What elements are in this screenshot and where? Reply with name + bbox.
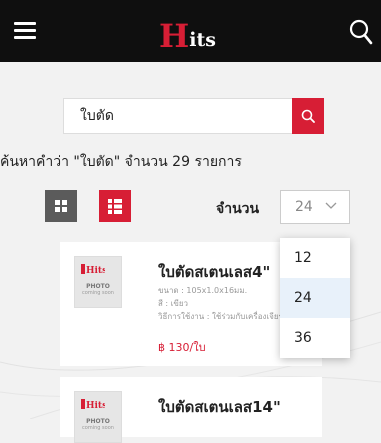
brand-logo-small: Hits: [81, 264, 105, 275]
product-price: ฿ 130/ใบ: [158, 341, 206, 354]
brand-logo[interactable]: Hits: [159, 16, 216, 52]
dropdown-option-12[interactable]: 12: [280, 238, 350, 278]
items-per-page-value: 24: [295, 199, 313, 215]
thumbnail-photo-label: PHOTO: [86, 418, 110, 425]
thumbnail-photo-label: PHOTO: [86, 283, 110, 290]
list-view-icon: [108, 199, 122, 214]
items-per-page-label: จำนวน: [216, 201, 260, 217]
search-input[interactable]: [64, 99, 294, 133]
svg-text:Hits: Hits: [86, 266, 105, 275]
grid-view-button[interactable]: [45, 190, 77, 222]
list-view-button[interactable]: [99, 190, 131, 222]
brand-logo-small: Hits: [81, 399, 105, 410]
chevron-down-icon: [325, 202, 337, 209]
items-per-page-select[interactable]: 24: [280, 190, 350, 224]
search-box: [63, 98, 324, 134]
svg-text:Hits: Hits: [86, 401, 105, 410]
dropdown-option-36[interactable]: 36: [280, 318, 350, 358]
product-card[interactable]: Hits PHOTO coming soon ใบตัดสเตนเลส14": [60, 377, 322, 443]
product-title[interactable]: ใบตัดสเตนเลส14": [158, 395, 322, 419]
product-thumbnail: Hits PHOTO coming soon: [74, 391, 122, 443]
top-navigation-bar: Hits: [0, 0, 381, 62]
thumbnail-coming-soon-label: coming soon: [82, 290, 114, 296]
product-thumbnail: Hits PHOTO coming soon: [74, 256, 122, 308]
thumbnail-coming-soon-label: coming soon: [82, 425, 114, 431]
grid-view-icon: [55, 200, 67, 212]
search-icon: [301, 109, 315, 123]
dropdown-option-24[interactable]: 24: [280, 278, 350, 318]
search-result-summary: ค้นหาคำว่า "ใบตัด" จำนวน 29 รายการ: [0, 154, 242, 170]
hamburger-menu-icon[interactable]: [14, 22, 36, 40]
items-per-page-dropdown: 12 24 36: [280, 238, 350, 358]
search-icon[interactable]: [349, 19, 373, 45]
search-submit-button[interactable]: [292, 98, 324, 134]
